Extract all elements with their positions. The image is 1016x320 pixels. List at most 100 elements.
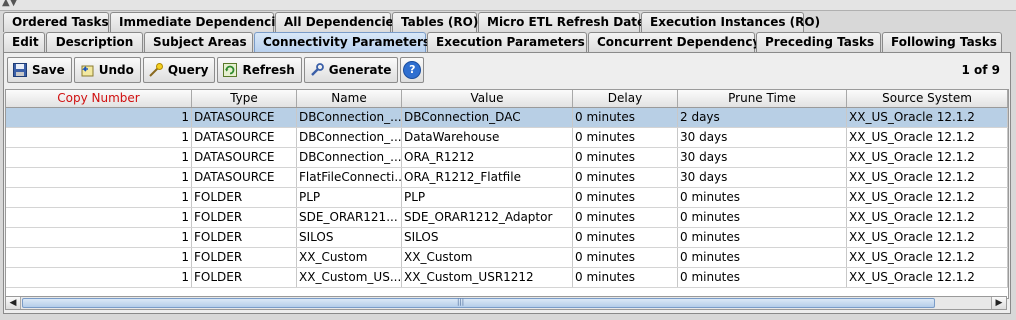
- scroll-right-arrow-icon[interactable]: ▶: [991, 297, 1006, 309]
- name-cell[interactable]: FlatFileConnecti...: [297, 168, 402, 187]
- prune-time-cell[interactable]: 0 minutes: [678, 228, 847, 247]
- source-system-cell[interactable]: XX_US_Oracle 12.1.2: [847, 188, 1008, 207]
- name-cell[interactable]: PLP: [297, 188, 402, 207]
- value-cell[interactable]: ORA_R1212_Flatfile: [402, 168, 573, 187]
- column-header-type[interactable]: Type: [192, 90, 297, 107]
- tab-tables-ro[interactable]: Tables (RO): [392, 12, 478, 32]
- table-row[interactable]: 1 DATASOURCE DBConnection_... DataWarehouse…: [6, 128, 1008, 148]
- column-header-value[interactable]: Value: [402, 90, 573, 107]
- prune-time-cell[interactable]: 0 minutes: [678, 208, 847, 227]
- tab-following-tasks[interactable]: Following Tasks: [882, 32, 1002, 52]
- table-row[interactable]: 1 FOLDER XX_Custom XX_Custom 0 minutes 0 minu…: [6, 248, 1008, 268]
- table-row[interactable]: 1 FOLDER SILOS SILOS 0 minutes 0 minutes XX_US…: [6, 228, 1008, 248]
- copy-number-cell[interactable]: 1: [6, 108, 192, 127]
- value-cell[interactable]: SDE_ORAR1212_Adaptor: [402, 208, 573, 227]
- table-row[interactable]: 1 DATASOURCE DBConnection_... ORA_R1212 0 mi…: [6, 148, 1008, 168]
- copy-number-cell[interactable]: 1: [6, 228, 192, 247]
- type-cell[interactable]: FOLDER: [192, 268, 297, 287]
- save-button[interactable]: Save: [7, 57, 72, 83]
- prune-time-cell[interactable]: 0 minutes: [678, 188, 847, 207]
- delay-cell[interactable]: 0 minutes: [573, 208, 678, 227]
- prune-time-cell[interactable]: 2 days: [678, 108, 847, 127]
- name-cell[interactable]: DBConnection_...: [297, 108, 402, 127]
- source-system-cell[interactable]: XX_US_Oracle 12.1.2: [847, 208, 1008, 227]
- tab-execution-instances-ro[interactable]: Execution Instances (RO): [641, 12, 820, 32]
- prune-time-cell[interactable]: 30 days: [678, 128, 847, 147]
- delay-cell[interactable]: 0 minutes: [573, 148, 678, 167]
- type-cell[interactable]: FOLDER: [192, 248, 297, 267]
- name-cell[interactable]: XX_Custom: [297, 248, 402, 267]
- name-cell[interactable]: SDE_ORAR121...: [297, 208, 402, 227]
- tab-micro-etl-refresh-dates[interactable]: Micro ETL Refresh Dates: [478, 12, 652, 32]
- table-row[interactable]: 1 DATASOURCE DBConnection_... DBConnection_…: [6, 108, 1008, 128]
- column-header-source-system[interactable]: Source System: [847, 90, 1008, 107]
- name-cell[interactable]: DBConnection_...: [297, 148, 402, 167]
- tab-all-dependencies[interactable]: All Dependencies: [275, 12, 401, 32]
- refresh-button[interactable]: Refresh: [217, 57, 302, 83]
- type-cell[interactable]: DATASOURCE: [192, 148, 297, 167]
- delay-cell[interactable]: 0 minutes: [573, 108, 678, 127]
- table-row[interactable]: 1 FOLDER XX_Custom_US... XX_Custom_USR1212 0…: [6, 268, 1008, 288]
- tab-execution-parameters[interactable]: Execution Parameters: [427, 32, 587, 52]
- value-cell[interactable]: SILOS: [402, 228, 573, 247]
- prune-time-cell[interactable]: 30 days: [678, 168, 847, 187]
- type-cell[interactable]: DATASOURCE: [192, 128, 297, 147]
- delay-cell[interactable]: 0 minutes: [573, 128, 678, 147]
- delay-cell[interactable]: 0 minutes: [573, 168, 678, 187]
- value-cell[interactable]: ORA_R1212: [402, 148, 573, 167]
- tab-concurrent-dependency[interactable]: Concurrent Dependency: [588, 32, 760, 52]
- copy-number-cell[interactable]: 1: [6, 208, 192, 227]
- type-cell[interactable]: DATASOURCE: [192, 108, 297, 127]
- tab-ordered-tasks[interactable]: Ordered Tasks: [3, 12, 109, 32]
- value-cell[interactable]: DBConnection_DAC: [402, 108, 573, 127]
- collapse-arrows-icon[interactable]: ▲▼: [2, 0, 17, 8]
- value-cell[interactable]: XX_Custom_USR1212: [402, 268, 573, 287]
- tab-description[interactable]: Description: [46, 32, 143, 52]
- name-cell[interactable]: XX_Custom_US...: [297, 268, 402, 287]
- copy-number-cell[interactable]: 1: [6, 148, 192, 167]
- table-row[interactable]: 1 FOLDER PLP PLP 0 minutes 0 minutes XX_US_Ora…: [6, 188, 1008, 208]
- column-header-copy-number[interactable]: Copy Number: [6, 90, 192, 107]
- type-cell[interactable]: FOLDER: [192, 228, 297, 247]
- scroll-left-arrow-icon[interactable]: ◀: [6, 297, 21, 309]
- copy-number-cell[interactable]: 1: [6, 268, 192, 287]
- scrollbar-thumb[interactable]: [22, 298, 935, 308]
- tab-connectivity-parameters[interactable]: Connectivity Parameters: [254, 32, 430, 52]
- column-header-name[interactable]: Name: [297, 90, 402, 107]
- horizontal-scrollbar[interactable]: ◀ ||| ▶: [5, 296, 1007, 310]
- source-system-cell[interactable]: XX_US_Oracle 12.1.2: [847, 268, 1008, 287]
- source-system-cell[interactable]: XX_US_Oracle 12.1.2: [847, 248, 1008, 267]
- table-row[interactable]: 1 FOLDER SDE_ORAR121... SDE_ORAR1212_Adapto…: [6, 208, 1008, 228]
- delay-cell[interactable]: 0 minutes: [573, 248, 678, 267]
- type-cell[interactable]: FOLDER: [192, 188, 297, 207]
- query-button[interactable]: Query: [142, 57, 216, 83]
- column-header-prune-time[interactable]: Prune Time: [678, 90, 847, 107]
- table-row[interactable]: 1 DATASOURCE FlatFileConnecti... ORA_R1212_…: [6, 168, 1008, 188]
- delay-cell[interactable]: 0 minutes: [573, 228, 678, 247]
- generate-button[interactable]: Generate: [303, 57, 399, 83]
- source-system-cell[interactable]: XX_US_Oracle 12.1.2: [847, 108, 1008, 127]
- copy-number-cell[interactable]: 1: [6, 248, 192, 267]
- column-header-delay[interactable]: Delay: [573, 90, 678, 107]
- source-system-cell[interactable]: XX_US_Oracle 12.1.2: [847, 168, 1008, 187]
- tab-edit[interactable]: Edit: [3, 32, 45, 52]
- prune-time-cell[interactable]: 0 minutes: [678, 268, 847, 287]
- type-cell[interactable]: DATASOURCE: [192, 168, 297, 187]
- source-system-cell[interactable]: XX_US_Oracle 12.1.2: [847, 128, 1008, 147]
- tab-subject-areas[interactable]: Subject Areas: [144, 32, 253, 52]
- delay-cell[interactable]: 0 minutes: [573, 188, 678, 207]
- value-cell[interactable]: PLP: [402, 188, 573, 207]
- undo-button[interactable]: Undo: [73, 57, 141, 83]
- copy-number-cell[interactable]: 1: [6, 188, 192, 207]
- copy-number-cell[interactable]: 1: [6, 128, 192, 147]
- copy-number-cell[interactable]: 1: [6, 168, 192, 187]
- source-system-cell[interactable]: XX_US_Oracle 12.1.2: [847, 148, 1008, 167]
- source-system-cell[interactable]: XX_US_Oracle 12.1.2: [847, 228, 1008, 247]
- name-cell[interactable]: SILOS: [297, 228, 402, 247]
- delay-cell[interactable]: 0 minutes: [573, 268, 678, 287]
- value-cell[interactable]: DataWarehouse: [402, 128, 573, 147]
- tab-immediate-dependencies[interactable]: Immediate Dependencies: [110, 12, 291, 32]
- tab-preceding-tasks[interactable]: Preceding Tasks: [756, 32, 881, 52]
- type-cell[interactable]: FOLDER: [192, 208, 297, 227]
- prune-time-cell[interactable]: 0 minutes: [678, 248, 847, 267]
